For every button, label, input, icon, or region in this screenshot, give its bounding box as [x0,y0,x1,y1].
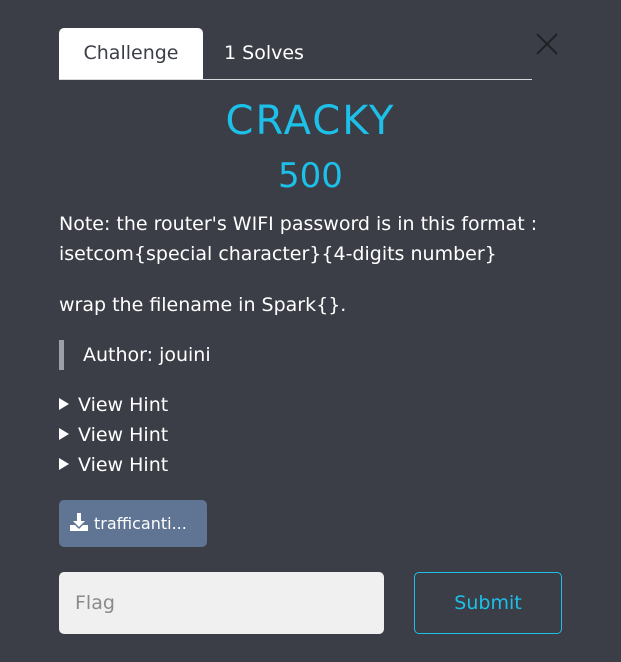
triangle-right-icon [59,458,69,470]
description-line: isetcom{special character}{4-digits numb… [59,243,497,265]
challenge-name: CRACKY [225,98,396,144]
hint-label: View Hint [78,424,169,446]
view-hint-1[interactable]: View Hint [59,390,168,420]
tab-challenge[interactable]: Challenge [59,28,203,79]
challenge-value: 500 [278,156,343,196]
description-line: Note: the router's WIFI password is in t… [59,213,538,235]
hint-label: View Hint [78,454,169,476]
submit-button[interactable]: Submit [414,572,562,634]
challenge-description: Note: the router's WIFI password is in t… [59,209,579,269]
close-icon[interactable] [534,31,560,57]
view-hint-2[interactable]: View Hint [59,420,168,450]
download-icon [70,513,88,531]
flag-input[interactable] [59,572,384,634]
tab-solves[interactable]: 1 Solves [203,28,325,79]
triangle-right-icon [59,398,69,410]
author-text: Author: jouini [83,344,211,366]
view-hint-3[interactable]: View Hint [59,450,168,480]
close-button[interactable] [534,31,560,57]
author-quote: Author: jouini [59,340,211,370]
file-download-button[interactable]: trafficanti... [59,500,207,547]
hint-label: View Hint [78,394,169,416]
file-name: trafficanti... [94,514,187,533]
triangle-right-icon [59,428,69,440]
challenge-instruction: wrap the filename in Spark{}. [59,294,347,316]
challenge-modal: Challenge 1 Solves CRACKY 500 Note: the … [0,0,621,662]
challenge-tabs: Challenge 1 Solves [59,28,532,80]
